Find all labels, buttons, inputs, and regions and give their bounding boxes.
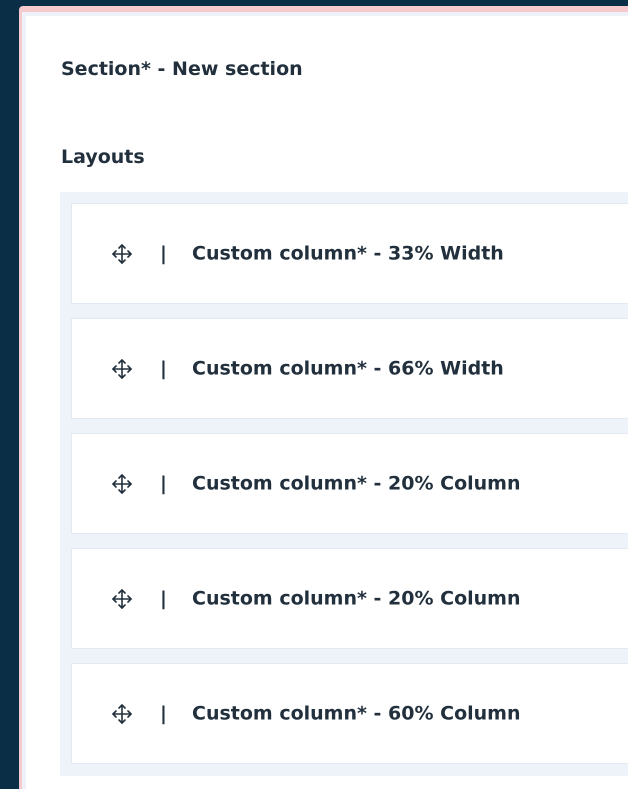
- layout-item[interactable]: | Custom column* - 66% Width: [71, 318, 628, 419]
- move-icon[interactable]: [110, 242, 134, 266]
- move-icon[interactable]: [110, 702, 134, 726]
- section-title: Section* - New section: [61, 58, 303, 80]
- layout-item-label: Custom column* - 33% Width: [192, 242, 504, 265]
- separator: |: [160, 472, 167, 495]
- layout-item[interactable]: | Custom column* - 60% Column: [71, 663, 628, 764]
- layout-item[interactable]: | Custom column* - 20% Column: [71, 548, 628, 649]
- layout-item-label: Custom column* - 20% Column: [192, 472, 521, 495]
- layout-item-label: Custom column* - 20% Column: [192, 587, 521, 610]
- separator: |: [160, 587, 167, 610]
- move-icon[interactable]: [110, 472, 134, 496]
- layouts-label: Layouts: [61, 146, 145, 168]
- layout-item[interactable]: | Custom column* - 33% Width: [71, 203, 628, 304]
- move-icon[interactable]: [110, 357, 134, 381]
- section-panel: Section* - New section Layouts | Custom …: [22, 12, 628, 789]
- layout-item[interactable]: | Custom column* - 20% Column: [71, 433, 628, 534]
- layout-list: | Custom column* - 33% Width | Custom co…: [60, 192, 628, 776]
- layout-item-label: Custom column* - 60% Column: [192, 702, 521, 725]
- move-icon[interactable]: [110, 587, 134, 611]
- separator: |: [160, 702, 167, 725]
- separator: |: [160, 357, 167, 380]
- layout-item-label: Custom column* - 66% Width: [192, 357, 504, 380]
- separator: |: [160, 242, 167, 265]
